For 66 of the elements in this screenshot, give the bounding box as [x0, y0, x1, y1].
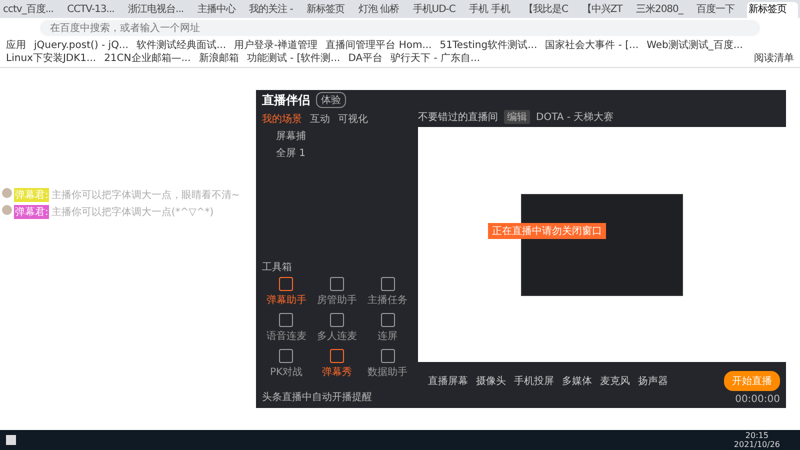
clock-time: 20:15	[745, 431, 768, 440]
toolbox-label: 工具箱	[262, 261, 293, 274]
browser-tab[interactable]: 三米2080_	[634, 2, 695, 18]
bookmark[interactable]: 国家社会大事件 - [...	[545, 39, 639, 52]
tool-button[interactable]: 主播任务	[363, 277, 412, 307]
bookmark[interactable]: 新浪邮箱	[198, 52, 239, 65]
tool-button[interactable]: 弹幕秀	[312, 349, 362, 379]
source-button[interactable]: 麦克风	[600, 374, 630, 388]
scene-tab[interactable]: 互动	[310, 112, 330, 126]
tool-button[interactable]: 语音连麦	[262, 313, 311, 343]
browser-tab[interactable]: 【中兴ZT	[580, 2, 634, 18]
chat-user: 弹幕君:	[14, 205, 50, 219]
edit-tag[interactable]: 编辑	[504, 110, 530, 124]
chat-message: 主播你可以把字体调大一点(*^▽^*)	[51, 206, 214, 219]
timer: 00:00:00	[735, 394, 781, 407]
chat-user: 弹幕君:	[14, 188, 50, 202]
bookmark[interactable]: Linux下安装JDK1...	[6, 52, 96, 65]
bookmark[interactable]: 功能测试 - [软件测...	[246, 52, 340, 65]
bookmark[interactable]: jQuery.post() - jQ...	[34, 39, 128, 52]
browser-tab[interactable]: 浙江电视台...	[127, 2, 196, 18]
browser-tab[interactable]: 主播中心	[196, 2, 248, 18]
bookmark[interactable]: Web测试测试_百度...	[646, 39, 743, 52]
bookmark[interactable]: DA平台	[348, 52, 383, 65]
browser-tab[interactable]: 【我比是C	[522, 2, 580, 18]
bookmark[interactable]: 直播间管理平台 Hom...	[326, 39, 432, 52]
scene-tab[interactable]: 可视化	[338, 112, 368, 126]
tool-button[interactable]: 数据助手	[363, 349, 412, 379]
version-badge: 体验	[316, 92, 346, 108]
source-button[interactable]: 手机投屏	[514, 374, 554, 388]
tool-button[interactable]: 房管助手	[312, 277, 362, 307]
tool-button[interactable]: 多人连麦	[312, 313, 362, 343]
browser-tab[interactable]: cctv_百度...	[2, 2, 66, 18]
bookmark[interactable]: 51Testing软件测试...	[440, 39, 538, 52]
bookmark[interactable]: 用户登录-禅道管理	[234, 39, 318, 52]
scene-tab[interactable]: 我的场景	[262, 112, 302, 126]
browser-tab[interactable]: 新标签页	[747, 2, 798, 18]
browser-tab[interactable]: 我的关注 -	[248, 2, 305, 18]
preview-banner: 正在直播中请勿关闭窗口	[488, 223, 606, 239]
tool-button[interactable]: 连屏	[363, 313, 412, 343]
app-title: 直播伴侣	[262, 92, 310, 108]
bookmark[interactable]: 软件测试经典面试...	[136, 39, 226, 52]
source-button[interactable]: 摄像头	[476, 374, 506, 388]
chat-message: 主播你可以把字体调大一点，眼睛看不清~	[51, 188, 240, 202]
bookmark[interactable]: 21CN企业邮箱—...	[104, 52, 191, 65]
source-button[interactable]: 直播屏幕	[428, 374, 468, 388]
browser-tab[interactable]: 灯泡 仙桥	[357, 2, 411, 18]
tool-button[interactable]: 弹幕助手	[262, 277, 311, 307]
source-item[interactable]: 屏幕捕	[262, 129, 412, 143]
source-item[interactable]: 全屏 1	[262, 146, 412, 160]
browser-tab[interactable]: 百度一下	[696, 2, 746, 18]
tool-button[interactable]: PK对战	[262, 349, 311, 379]
source-button[interactable]: 多媒体	[562, 374, 592, 388]
browser-tab[interactable]: 新标签页	[306, 2, 356, 18]
room-category[interactable]: DOTA - 天梯大赛	[536, 110, 614, 124]
bookmark[interactable]: 驴行天下 - 广东自...	[390, 52, 480, 65]
source-button[interactable]: 扬声器	[638, 374, 668, 388]
notice-text: 头条直播中自动开播提醒	[262, 390, 373, 404]
browser-tab[interactable]: 手机 手机	[468, 2, 522, 18]
bookmark[interactable]: 应用	[6, 39, 26, 52]
room-title: 不要错过的直播间	[418, 110, 498, 124]
browser-tab[interactable]: 手机UD-C	[412, 2, 468, 18]
address-field[interactable]: 在百度中搜索，或者输入一个网址	[40, 20, 760, 36]
clock-date: 2021/10/26	[734, 440, 780, 449]
reading-list[interactable]: 阅读清单	[754, 52, 794, 65]
browser-tab[interactable]: CCTV-13...	[66, 2, 126, 18]
windows-icon[interactable]	[6, 435, 16, 445]
